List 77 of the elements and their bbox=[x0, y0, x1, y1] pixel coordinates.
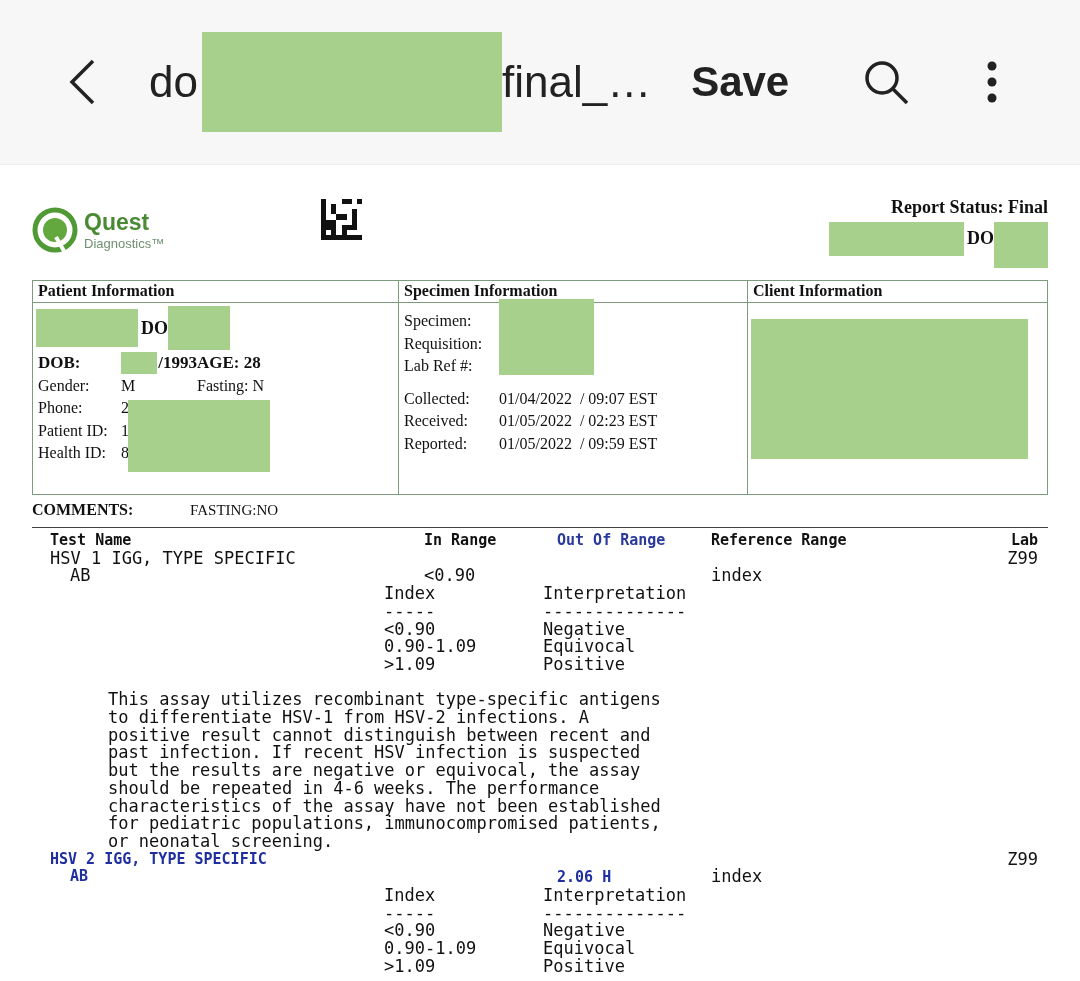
table-cell-text: Interpretation bbox=[543, 585, 688, 603]
lab-code: Z99 bbox=[1006, 850, 1038, 869]
field-label: Phone: bbox=[38, 399, 84, 418]
field-value: 01/04/2022 / 09:07 EST bbox=[499, 389, 658, 408]
file-title: do bbox=[149, 57, 198, 107]
table-cell-text: -------------- bbox=[543, 904, 688, 923]
back-icon[interactable] bbox=[68, 59, 96, 105]
field-value: 01/05/2022 / 02:23 EST bbox=[499, 412, 658, 431]
field-value: M bbox=[121, 376, 136, 395]
table-cell-text: 0.90-1.09 bbox=[384, 940, 478, 958]
redaction-block bbox=[121, 352, 158, 375]
table-cell-text: Positive bbox=[543, 655, 625, 674]
test-name: AB bbox=[69, 868, 90, 888]
table-cell-text: Equivocal bbox=[543, 638, 637, 656]
save-button[interactable]: Save bbox=[691, 58, 790, 106]
logo-tagline: Diagnostics™ bbox=[84, 236, 165, 251]
patient-name: DO bbox=[141, 318, 168, 339]
table-cell-text: <0.90 bbox=[384, 922, 437, 941]
logo-name: Quest bbox=[84, 209, 151, 236]
table-cell-text: Positive bbox=[543, 957, 625, 976]
result-value: <0.90 bbox=[424, 565, 476, 586]
test-name: HSV 2 IGG, TYPE SPECIFIC bbox=[50, 850, 267, 869]
table-cell-text: >1.09 bbox=[384, 957, 437, 976]
table-cell-text: Interpretation bbox=[543, 887, 688, 905]
table-cell-text: <0.90 bbox=[384, 620, 437, 639]
redaction-block bbox=[994, 222, 1048, 268]
column-header: Test Name bbox=[50, 532, 133, 550]
section-heading: Patient Information bbox=[33, 281, 398, 303]
field-label: Health ID: bbox=[38, 444, 107, 463]
reference-range: index bbox=[711, 567, 764, 586]
test-name: HSV 1 IGG, TYPE SPECIFIC bbox=[50, 549, 297, 568]
comments-label: COMMENTS: bbox=[32, 501, 135, 519]
table-cell-text: 0.90-1.09 bbox=[384, 638, 478, 656]
table-cell-text: ----- bbox=[384, 904, 437, 923]
column-header: Reference Range bbox=[711, 532, 848, 550]
result-value: 2.06 H bbox=[557, 868, 612, 887]
field-label: Received: bbox=[404, 412, 469, 431]
field-label: Patient ID: bbox=[38, 421, 109, 440]
field-value: Fasting: N bbox=[197, 376, 265, 395]
table-cell-text: Negative bbox=[543, 620, 625, 639]
column-header: Out Of Range bbox=[556, 532, 667, 550]
field-label: Specimen: bbox=[404, 312, 472, 331]
table-cell-text: ----- bbox=[384, 602, 437, 621]
field-value: 2 bbox=[121, 399, 129, 418]
field-label: Requisition: bbox=[404, 334, 483, 353]
table-cell-text: -------------- bbox=[543, 602, 688, 621]
field-value: 8 bbox=[121, 444, 129, 463]
table-cell-text: >1.09 bbox=[384, 655, 437, 674]
reference-range: index bbox=[711, 868, 764, 888]
report-status: Report Status: Final bbox=[891, 197, 1048, 218]
field-label: Collected: bbox=[404, 389, 471, 408]
field-value: 01/05/2022 / 09:59 EST bbox=[499, 434, 658, 453]
table-cell-text: Equivocal bbox=[543, 940, 637, 958]
field-value: 1 bbox=[121, 421, 129, 440]
comments-text: FASTING:NO bbox=[190, 502, 279, 519]
table-cell-text: Index bbox=[384, 887, 437, 905]
barcode-icon bbox=[321, 199, 363, 240]
field-value: AGE: 28 bbox=[197, 353, 261, 374]
field-value: /1993 bbox=[158, 353, 197, 374]
redaction-block bbox=[168, 306, 230, 350]
field-label: Gender: bbox=[38, 376, 91, 395]
field-label: Reported: bbox=[404, 434, 469, 453]
lab-code: Z99 bbox=[1006, 549, 1038, 568]
search-icon[interactable] bbox=[863, 59, 910, 105]
field-label: Lab Ref #: bbox=[404, 357, 473, 376]
assay-note: This assay utilizes recombinant type-specific antigens to differentiate HSV-1 from HSV-2 infections. A positive result cannot distinguish between recent and past infection. If recent HSV infection is suspected but the results are negative or equivocal, the assay should be repeated in 4-6 weeks. The performance characteristics of the assay have not been established for pediatric populations, immunocompromised patients, or neonatal screening. bbox=[108, 691, 662, 851]
file-title: final_… bbox=[501, 57, 652, 107]
column-header: In Range bbox=[423, 532, 498, 550]
table-cell-text: Negative bbox=[543, 922, 625, 941]
section-heading: Client Information bbox=[748, 281, 1047, 303]
logo-icon bbox=[32, 207, 78, 253]
field-label: DOB: bbox=[38, 353, 82, 374]
patient-name: DO bbox=[967, 228, 994, 249]
test-name: AB bbox=[69, 567, 92, 586]
column-header: Lab bbox=[1009, 532, 1038, 550]
menu-icon[interactable] bbox=[987, 61, 998, 103]
table-cell-text: Index bbox=[384, 585, 437, 603]
